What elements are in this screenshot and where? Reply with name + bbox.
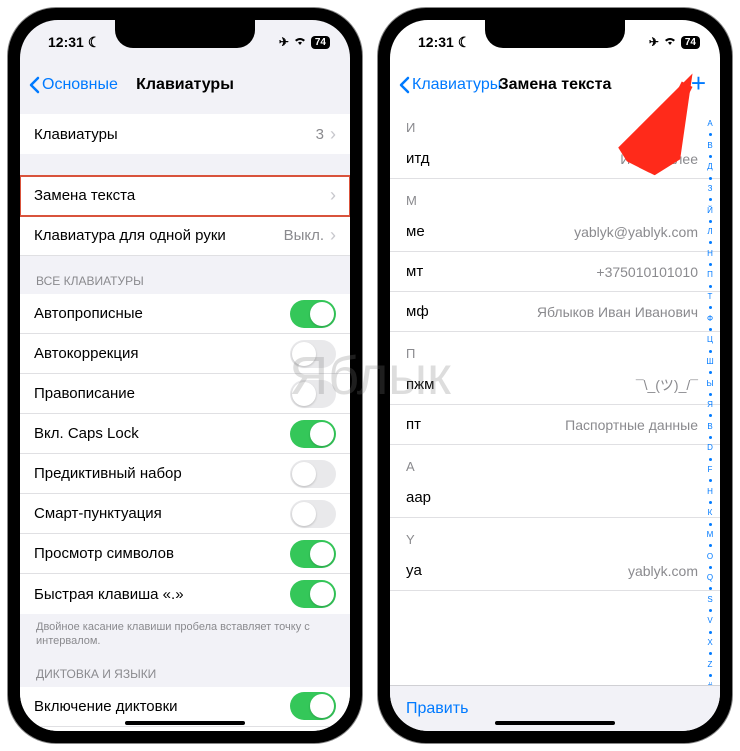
notch (115, 20, 255, 48)
shortcut: итд (406, 150, 462, 167)
caps-lock-row[interactable]: Вкл. Caps Lock (20, 414, 350, 454)
wifi-icon (663, 35, 677, 49)
predictive-row[interactable]: Предиктивный набор (20, 454, 350, 494)
caps-lock-label: Вкл. Caps Lock (34, 425, 290, 442)
smart-punct-label: Смарт-пунктуация (34, 505, 290, 522)
shortcut: ме (406, 223, 462, 240)
auto-caps-label: Автопрописные (34, 305, 290, 322)
back-label: Клавиатуры (412, 76, 501, 94)
clock: 12:31 (48, 34, 84, 50)
auto-correct-toggle[interactable] (290, 340, 336, 368)
nav-bar: Основные Клавиатуры (20, 64, 350, 106)
section-header-m: М (390, 179, 720, 212)
phrase: ¯\_(ツ)_/¯ (462, 375, 698, 395)
chevron-right-icon: › (330, 124, 336, 145)
chevron-right-icon: › (330, 225, 336, 246)
clock: 12:31 (418, 34, 454, 50)
period-shortcut-toggle[interactable] (290, 580, 336, 608)
text-replacement-row[interactable]: Замена текста › (20, 176, 350, 216)
section-header-y: Y (390, 518, 720, 551)
edit-button[interactable]: Править (406, 700, 468, 718)
all-keyboards-header: ВСЕ КЛАВИАТУРЫ (20, 274, 350, 294)
notch (485, 20, 625, 48)
screen-right: 12:31 ☾ ✈ 74 Клавиатуры Замена текста + (390, 20, 720, 731)
one-handed-value: Выкл. (284, 227, 324, 244)
phrase: yablyk@yablyk.com (462, 224, 698, 240)
shortcut: пт (406, 416, 462, 433)
replacement-row[interactable]: пт Паспортные данные (390, 405, 720, 445)
char-preview-row[interactable]: Просмотр символов (20, 534, 350, 574)
shortcut: ya (406, 562, 462, 579)
chevron-right-icon: › (330, 185, 336, 206)
back-button[interactable]: Основные (20, 76, 118, 94)
shortcut: пжм (406, 376, 462, 393)
auto-caps-row[interactable]: Автопрописные (20, 294, 350, 334)
spelling-label: Правописание (34, 385, 290, 402)
smart-punct-toggle[interactable] (290, 500, 336, 528)
footer-note: Двойное касание клавиши пробела вставляе… (20, 614, 350, 649)
section-header-p: П (390, 332, 720, 365)
battery-icon: 74 (311, 36, 330, 49)
phrase: Яблыков Иван Иванович (462, 304, 698, 320)
home-indicator[interactable] (495, 721, 615, 725)
keyboards-label: Клавиатуры (34, 126, 316, 143)
shortcut: мт (406, 263, 462, 280)
content-right: И итд И так далее М ме yablyk@yablyk.com… (390, 106, 720, 685)
one-handed-row[interactable]: Клавиатура для одной руки Выкл. › (20, 216, 350, 256)
focus-moon-icon: ☾ (88, 34, 101, 51)
auto-correct-label: Автокоррекция (34, 345, 290, 362)
enable-dictation-toggle[interactable] (290, 692, 336, 720)
replacement-row[interactable]: aap (390, 478, 720, 518)
replacement-row[interactable]: мф Яблыков Иван Иванович (390, 292, 720, 332)
predictive-label: Предиктивный набор (34, 465, 290, 482)
phrase: yablyk.com (462, 563, 698, 579)
shortcut: мф (406, 303, 462, 320)
phone-frame-right: 12:31 ☾ ✈ 74 Клавиатуры Замена текста + (378, 8, 732, 743)
keyboards-row[interactable]: Клавиатуры 3 › (20, 114, 350, 154)
replacement-row[interactable]: ya yablyk.com (390, 551, 720, 591)
period-shortcut-label: Быстрая клавиша «.» (34, 586, 290, 603)
period-shortcut-row[interactable]: Быстрая клавиша «.» (20, 574, 350, 614)
home-indicator[interactable] (125, 721, 245, 725)
airplane-icon: ✈ (279, 35, 289, 49)
char-preview-toggle[interactable] (290, 540, 336, 568)
phrase: Паспортные данные (462, 417, 698, 433)
replacement-row[interactable]: мт +375010101010 (390, 252, 720, 292)
section-header-a: A (390, 445, 720, 478)
predictive-toggle[interactable] (290, 460, 336, 488)
battery-icon: 74 (681, 36, 700, 49)
airplane-icon: ✈ (649, 35, 659, 49)
auto-caps-toggle[interactable] (290, 300, 336, 328)
back-button[interactable]: Клавиатуры (390, 76, 501, 94)
keyboards-count: 3 (316, 126, 324, 143)
enable-dictation-label: Включение диктовки (34, 698, 290, 715)
text-replacement-label: Замена текста (34, 187, 330, 204)
one-handed-label: Клавиатура для одной руки (34, 227, 284, 244)
spelling-toggle[interactable] (290, 380, 336, 408)
spelling-row[interactable]: Правописание (20, 374, 350, 414)
content-left: Клавиатуры 3 › Замена текста › Клавиатур… (20, 106, 350, 731)
focus-moon-icon: ☾ (458, 34, 471, 51)
shortcut: aap (406, 489, 462, 506)
char-preview-label: Просмотр символов (34, 545, 290, 562)
auto-correct-row[interactable]: Автокоррекция (20, 334, 350, 374)
replacement-row[interactable]: пжм ¯\_(ツ)_/¯ (390, 365, 720, 405)
wifi-icon (293, 35, 307, 49)
dictation-header: ДИКТОВКА И ЯЗЫКИ (20, 667, 350, 687)
phrase: +375010101010 (462, 264, 698, 280)
smart-punct-row[interactable]: Смарт-пунктуация (20, 494, 350, 534)
back-label: Основные (42, 76, 118, 94)
screen-left: 12:31 ☾ ✈ 74 Основные Клавиатуры Клавиат… (20, 20, 350, 731)
auto-punct-row[interactable]: Автопунктуация (20, 727, 350, 731)
phone-frame-left: 12:31 ☾ ✈ 74 Основные Клавиатуры Клавиат… (8, 8, 362, 743)
caps-lock-toggle[interactable] (290, 420, 336, 448)
index-bar[interactable]: АВДЗЙЛНПТФЦШЫЯВDFНКМОQSVХZ# (703, 120, 717, 691)
replacement-row[interactable]: ме yablyk@yablyk.com (390, 212, 720, 252)
